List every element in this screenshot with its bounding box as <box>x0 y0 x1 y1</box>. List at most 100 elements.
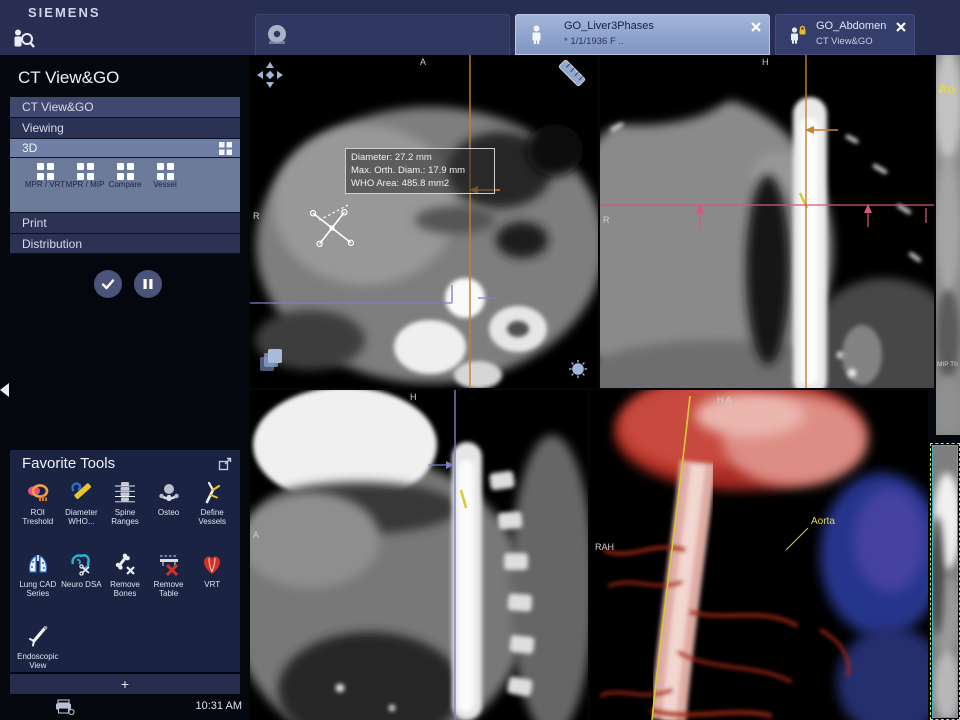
tool-label: Osteo <box>147 508 191 517</box>
layout-label: MPR / MIP <box>64 181 106 190</box>
remove-table-icon <box>156 552 182 578</box>
cpr-mode-label: MIP Th <box>937 361 958 368</box>
sidebar-collapse-arrow-icon[interactable] <box>0 383 9 397</box>
orientation-label-left: R <box>603 215 610 225</box>
grid-2x2-icon <box>37 163 54 180</box>
layout-mpr-vrt-button[interactable]: MPR / VRT <box>24 163 66 209</box>
spine-ranges-icon <box>112 480 138 506</box>
grid-2x2-icon <box>157 163 174 180</box>
menu-label: Print <box>22 216 47 230</box>
series-panel[interactable] <box>255 14 510 55</box>
orientation-label-top: H <box>762 57 769 67</box>
vessel-measurement-annotation[interactable]: Diameter: 27.2 mm Max. Orth. Diam.: 17.9… <box>345 148 495 194</box>
tool-remove-table[interactable]: Remove Table <box>147 552 191 598</box>
layout-vessel-button[interactable]: Vessel <box>144 163 186 209</box>
tool-label: Neuro DSA <box>60 580 104 589</box>
aorta-label[interactable]: Aorta <box>811 516 835 527</box>
menu-label: CT View&GO <box>22 100 94 114</box>
menu-item-3d[interactable]: 3D <box>10 139 240 158</box>
tool-label: Spine Ranges <box>103 508 147 526</box>
menu-label: Distribution <box>22 237 82 251</box>
viewport-vrt-3d[interactable]: H A RAH Aorta <box>590 390 928 720</box>
layout-compare-button[interactable]: Compare <box>104 163 146 209</box>
viewport-sagittal[interactable]: H A <box>250 390 588 720</box>
define-vessels-icon <box>199 480 225 506</box>
tool-spine-ranges[interactable]: Spine Ranges <box>103 480 147 526</box>
tool-vrt[interactable]: VRT <box>190 552 234 598</box>
tool-roi-threshold[interactable]: ROI Treshold <box>16 480 60 526</box>
favorite-tools-title: Favorite Tools <box>22 455 115 472</box>
layout-label: Compare <box>104 181 146 190</box>
cpr-vessel-image <box>936 55 960 435</box>
layout-mpr-mip-button[interactable]: MPR / MIP <box>64 163 106 209</box>
viewport-cpr[interactable]: Ao MIP Th <box>936 55 960 435</box>
patient-lock-icon <box>788 25 808 45</box>
pause-button[interactable] <box>134 270 162 298</box>
status-bar: 10:31 AM <box>0 695 250 720</box>
lung-cad-icon <box>25 552 51 578</box>
tool-label: Remove Bones <box>103 580 147 598</box>
workflow-menu: CT View&GO Viewing 3D MPR / VRT <box>10 97 240 254</box>
tab-title: GO_Liver3Phases <box>564 20 654 32</box>
sagittal-ct-image <box>250 390 588 720</box>
orientation-label-left: RAH <box>595 542 614 552</box>
layout-label: MPR / VRT <box>24 181 66 190</box>
orientation-label-left: R <box>253 211 260 221</box>
orientation-label-top: H A <box>717 395 732 405</box>
tool-label: Endoscopic View <box>16 652 60 670</box>
osteo-icon <box>156 480 182 506</box>
tool-diameter-who[interactable]: Diameter WHO... <box>60 480 104 526</box>
viewport-cpr-selected[interactable] <box>930 443 960 720</box>
remove-bones-icon <box>112 552 138 578</box>
tab-go-abdomen[interactable]: GO_Abdomen CT View&GO <box>775 14 915 55</box>
cpr-vessel-label: Ao <box>938 81 955 96</box>
menu-item-viewing[interactable]: Viewing <box>10 118 240 139</box>
tool-define-vessels[interactable]: Define Vessels <box>190 480 234 526</box>
vrt-organ-icon <box>199 552 225 578</box>
menu-label: 3D <box>22 141 37 155</box>
disc-icon <box>264 22 290 48</box>
pause-icon <box>142 278 154 290</box>
3d-layout-submenu: MPR / VRT MPR / MIP Compare <box>10 158 240 213</box>
tab-title: GO_Abdomen <box>816 20 886 32</box>
layout-label: Vessel <box>144 181 186 190</box>
cpr-selected-image <box>932 445 958 718</box>
tool-remove-bones[interactable]: Remove Bones <box>103 552 147 598</box>
viewport-axial[interactable]: A R Diameter: 27.2 mm Max. Orth. Diam.: … <box>250 55 598 388</box>
patient-search-icon[interactable] <box>10 26 36 52</box>
grid-2x2-icon <box>77 163 94 180</box>
printer-icon[interactable] <box>55 699 75 715</box>
sidebar: CT View&GO CT View&GO Viewing 3D <box>0 55 250 720</box>
tool-lung-cad-series[interactable]: Lung CAD Series <box>16 552 60 598</box>
neuro-dsa-icon <box>68 552 94 578</box>
orientation-label-top: H <box>410 392 417 402</box>
plus-label: + <box>121 676 129 692</box>
tool-endoscopic-view[interactable]: Endoscopic View <box>16 624 60 670</box>
popout-icon[interactable] <box>218 457 232 471</box>
close-icon[interactable] <box>749 20 763 34</box>
annotation-line: WHO Area: 485.8 mm2 <box>351 178 489 191</box>
tool-label: VRT <box>190 580 234 589</box>
add-tool-button[interactable]: + <box>10 674 240 694</box>
viewport-coronal[interactable]: H R <box>600 55 934 388</box>
diameter-who-icon <box>68 480 94 506</box>
endoscopic-view-icon <box>25 624 51 650</box>
tool-label: ROI Treshold <box>16 508 60 526</box>
ct-viewgo-app: SIEMENS GO_Liver3Phases * 1/1/1936 F <box>0 0 960 720</box>
check-icon <box>100 276 116 292</box>
tool-neuro-dsa[interactable]: Neuro DSA <box>60 552 104 598</box>
favorite-tools-panel: Favorite Tools ROI Treshold <box>10 450 240 672</box>
tool-label: Diameter WHO... <box>60 508 104 526</box>
page-title: CT View&GO <box>18 68 119 88</box>
tool-label: Define Vessels <box>190 508 234 526</box>
tool-osteo[interactable]: Osteo <box>147 480 191 526</box>
tab-subtitle: CT View&GO <box>816 36 873 47</box>
annotation-line: Max. Orth. Diam.: 17.9 mm <box>351 165 489 178</box>
confirm-button[interactable] <box>94 270 122 298</box>
menu-item-distribution[interactable]: Distribution <box>10 234 240 254</box>
close-icon[interactable] <box>894 20 908 34</box>
menu-item-print[interactable]: Print <box>10 213 240 234</box>
tab-go-liver3phases[interactable]: GO_Liver3Phases * 1/1/1936 F .. <box>515 14 770 55</box>
tab-subtitle: * 1/1/1936 F .. <box>564 36 624 47</box>
menu-item-ct-viewgo[interactable]: CT View&GO <box>10 97 240 118</box>
